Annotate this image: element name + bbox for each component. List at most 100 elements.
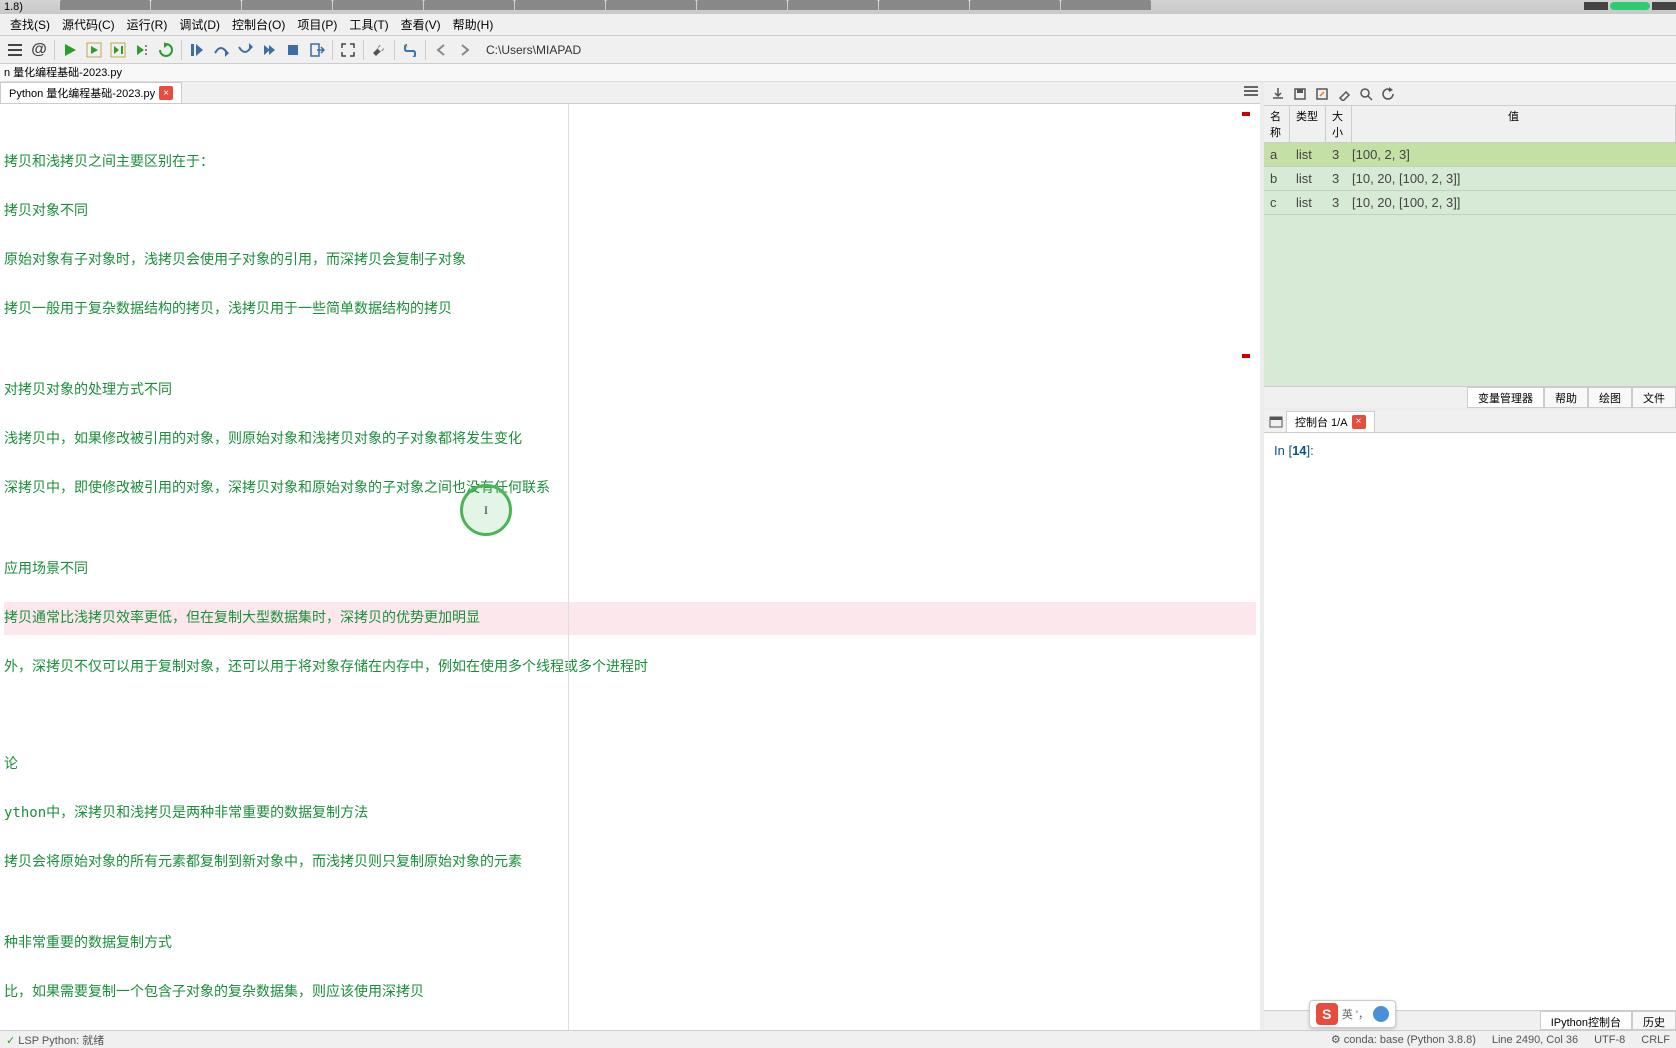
code-line: 拷贝一般用于复杂数据结构的拷贝，浅拷贝用于一些简单数据结构的拷贝 <box>4 293 1256 326</box>
close-icon[interactable]: × <box>159 86 173 100</box>
header-name[interactable]: 名称 <box>1264 106 1290 142</box>
python-path-icon[interactable] <box>399 39 421 61</box>
menu-tools[interactable]: 工具(T) <box>343 14 394 35</box>
tab-files[interactable]: 文件 <box>1632 387 1676 408</box>
menu-run[interactable]: 运行(R) <box>121 14 174 35</box>
variable-toolbar <box>1264 82 1676 106</box>
var-size: 3 <box>1326 143 1346 166</box>
code-line: 深拷贝中，即使修改被引用的对象，深拷贝对象和原始对象的子对象之间也没有任何联系 <box>4 472 1256 505</box>
variable-row[interactable]: clist3[10, 20, [100, 2, 3]] <box>1264 191 1676 215</box>
debug-stop-button[interactable] <box>282 39 304 61</box>
var-name: c <box>1264 191 1290 214</box>
title-text: 1.8) <box>4 1 23 13</box>
debug-step-into-icon[interactable] <box>186 39 208 61</box>
search-icon[interactable] <box>1358 86 1374 102</box>
main-toolbar: @ C:\Users\MIAPAD <box>0 36 1676 64</box>
var-type: list <box>1290 167 1326 190</box>
var-type: list <box>1290 191 1326 214</box>
variable-row[interactable]: alist3[100, 2, 3] <box>1264 143 1676 167</box>
ipython-console[interactable]: In [14]: <box>1264 433 1676 1010</box>
run-button[interactable] <box>59 39 81 61</box>
code-line <box>4 830 1256 846</box>
header-value[interactable]: 值 <box>1352 106 1676 142</box>
restart-run-button[interactable] <box>155 39 177 61</box>
code-line <box>4 521 1256 537</box>
code-line: 种非常重要的数据复制方式 <box>4 927 1256 960</box>
toolbar-at-icon[interactable]: @ <box>28 39 50 61</box>
code-line <box>4 342 1256 358</box>
code-line <box>4 586 1256 602</box>
code-line: 果只需要复制一个简单的数据集，则可以使用浅拷贝，以提高程序性能。 <box>4 1025 1256 1030</box>
status-encoding[interactable]: UTF-8 <box>1594 1034 1625 1046</box>
run-cell-button[interactable] <box>83 39 105 61</box>
import-icon[interactable] <box>1270 86 1286 102</box>
nav-back-icon[interactable] <box>430 39 452 61</box>
var-name: a <box>1264 143 1290 166</box>
erase-icon[interactable] <box>1336 86 1352 102</box>
code-line: 论 <box>4 748 1256 781</box>
console-browse-icon[interactable] <box>1268 414 1284 430</box>
save-as-icon[interactable] <box>1314 86 1330 102</box>
editor-options-icon[interactable] <box>1244 84 1258 98</box>
var-value: [10, 20, [100, 2, 3]] <box>1346 167 1676 190</box>
menu-find[interactable]: 查找(S) <box>4 14 56 35</box>
menu-help[interactable]: 帮助(H) <box>447 14 500 35</box>
ime-mode-text[interactable]: 英 '， <box>1342 1006 1369 1022</box>
tab-plot[interactable]: 绘图 <box>1588 387 1632 408</box>
menu-debug[interactable]: 调试(D) <box>173 14 226 35</box>
code-line <box>4 879 1256 895</box>
code-line <box>4 407 1256 423</box>
code-line <box>4 537 1256 553</box>
code-line <box>4 960 1256 976</box>
code-editor[interactable]: I 拷贝和浅拷贝之间主要区别在于： 拷贝对象不同 原始对象有子对象时，浅拷贝会使… <box>0 104 1260 1030</box>
code-line: 对拷贝对象的处理方式不同 <box>4 374 1256 407</box>
code-line: 浅拷贝中，如果修改被引用的对象，则原始对象和浅拷贝对象的子对象都将发生变化 <box>4 423 1256 456</box>
save-icon[interactable] <box>1292 86 1308 102</box>
editor-tab-active[interactable]: Python 量化编程基础-2023.py × <box>0 82 182 103</box>
refresh-icon[interactable] <box>1380 86 1396 102</box>
code-line <box>4 1009 1256 1025</box>
run-cell-advance-button[interactable] <box>107 39 129 61</box>
right-pane-top-tabs: 变量管理器 帮助 绘图 文件 <box>1264 386 1676 408</box>
debug-step-over-icon[interactable] <box>210 39 232 61</box>
code-line <box>4 700 1256 716</box>
status-eol[interactable]: CRLF <box>1641 1034 1670 1046</box>
menu-bar: 查找(S) 源代码(C) 运行(R) 调试(D) 控制台(O) 项目(P) 工具… <box>0 14 1676 36</box>
nav-forward-icon[interactable] <box>454 39 476 61</box>
header-size[interactable]: 大小 <box>1326 106 1352 142</box>
emoji-icon[interactable] <box>1373 1006 1389 1022</box>
status-line-col[interactable]: Line 2490, Col 36 <box>1492 1034 1578 1046</box>
debug-step-in-icon[interactable] <box>234 39 256 61</box>
close-icon[interactable]: × <box>1352 415 1366 429</box>
variable-row[interactable]: blist3[10, 20, [100, 2, 3]] <box>1264 167 1676 191</box>
code-line <box>4 732 1256 748</box>
header-type[interactable]: 类型 <box>1290 106 1326 142</box>
tab-variable-explorer[interactable]: 变量管理器 <box>1467 387 1544 408</box>
tab-help[interactable]: 帮助 <box>1544 387 1588 408</box>
ime-toolbar[interactable]: S 英 '， <box>1309 1000 1396 1028</box>
menu-console[interactable]: 控制台(O) <box>226 14 291 35</box>
debug-exit-icon[interactable] <box>306 39 328 61</box>
menu-source[interactable]: 源代码(C) <box>56 14 121 35</box>
console-tab-label: 控制台 1/A <box>1295 414 1348 430</box>
maximize-icon[interactable] <box>337 39 359 61</box>
sogou-logo-icon[interactable]: S <box>1316 1003 1338 1025</box>
console-tab-active[interactable]: 控制台 1/A × <box>1286 411 1375 433</box>
debug-step-out-icon[interactable] <box>258 39 280 61</box>
status-conda[interactable]: ⚙ conda: base (Python 3.8.8) <box>1331 1033 1476 1046</box>
tab-ipython-console[interactable]: IPython控制台 <box>1540 1011 1632 1030</box>
tab-history[interactable]: 历史 <box>1632 1011 1676 1030</box>
var-size: 3 <box>1326 167 1346 190</box>
status-lsp[interactable]: ✓ LSP Python: 就绪 <box>6 1032 104 1048</box>
status-bar: ✓ LSP Python: 就绪 ⚙ conda: base (Python 3… <box>0 1030 1676 1048</box>
wrench-icon[interactable] <box>368 39 390 61</box>
menu-project[interactable]: 项目(P) <box>291 14 343 35</box>
right-pane: 名称 类型 大小 值 alist3[100, 2, 3]blist3[10, 2… <box>1264 82 1676 1030</box>
code-line <box>4 358 1256 374</box>
menu-view[interactable]: 查看(V) <box>395 14 447 35</box>
code-line <box>4 228 1256 244</box>
run-selection-button[interactable] <box>131 39 153 61</box>
code-line <box>4 716 1256 732</box>
toolbar-outline-icon[interactable] <box>4 39 26 61</box>
code-line <box>4 456 1256 472</box>
